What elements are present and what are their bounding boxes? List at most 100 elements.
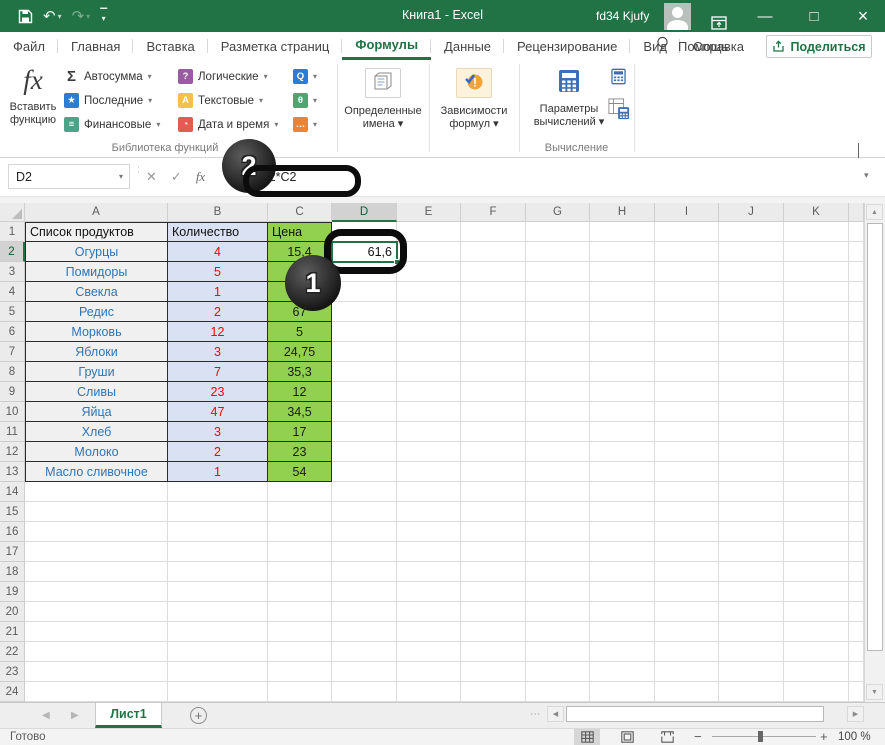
cell-J2[interactable]: [719, 242, 784, 262]
zoom-out-button[interactable]: −: [694, 729, 702, 744]
cell-I19[interactable]: [655, 582, 719, 602]
cell-A11[interactable]: Хлеб: [25, 422, 168, 442]
column-header-F[interactable]: F: [461, 203, 526, 222]
insert-function-icon[interactable]: fx: [196, 169, 205, 185]
cell-B12[interactable]: 2: [168, 442, 268, 462]
ribbon-item-financial[interactable]: ≡Финансовые▾: [64, 114, 160, 135]
column-header-C[interactable]: C: [268, 203, 332, 222]
cell-C1[interactable]: Цена: [268, 222, 332, 242]
cell-H5[interactable]: [590, 302, 655, 322]
cell-I24[interactable]: [655, 682, 719, 702]
cell-B2[interactable]: 4: [168, 242, 268, 262]
cell-B23[interactable]: [168, 662, 268, 682]
cell-D7[interactable]: [332, 342, 397, 362]
cell-E15[interactable]: [397, 502, 461, 522]
avatar[interactable]: [664, 3, 691, 30]
help-label[interactable]: Помощь: [678, 39, 728, 54]
cell-D11[interactable]: [332, 422, 397, 442]
cell-J14[interactable]: [719, 482, 784, 502]
cell-I9[interactable]: [655, 382, 719, 402]
row-header-21[interactable]: 21: [0, 622, 25, 642]
cell-J5[interactable]: [719, 302, 784, 322]
cell-B24[interactable]: [168, 682, 268, 702]
cell-D19[interactable]: [332, 582, 397, 602]
cell-C9[interactable]: 12: [268, 382, 332, 402]
row-header-17[interactable]: 17: [0, 542, 25, 562]
cell-K17[interactable]: [784, 542, 849, 562]
ribbon-item-autosum[interactable]: ΣАвтосумма▾: [64, 66, 160, 87]
cell-F4[interactable]: [461, 282, 526, 302]
cell-K13[interactable]: [784, 462, 849, 482]
cell-J24[interactable]: [719, 682, 784, 702]
cell-A20[interactable]: [25, 602, 168, 622]
cell-F11[interactable]: [461, 422, 526, 442]
cell-H16[interactable]: [590, 522, 655, 542]
cell-G9[interactable]: [526, 382, 590, 402]
row-header-11[interactable]: 11: [0, 422, 25, 442]
cell-E8[interactable]: [397, 362, 461, 382]
cell-H11[interactable]: [590, 422, 655, 442]
cell-F12[interactable]: [461, 442, 526, 462]
cell-K7[interactable]: [784, 342, 849, 362]
cell-H6[interactable]: [590, 322, 655, 342]
cell-G7[interactable]: [526, 342, 590, 362]
cell-J16[interactable]: [719, 522, 784, 542]
cell-J6[interactable]: [719, 322, 784, 342]
page-layout-view-button[interactable]: [614, 729, 640, 745]
cell-E17[interactable]: [397, 542, 461, 562]
cell-F5[interactable]: [461, 302, 526, 322]
cell-D5[interactable]: [332, 302, 397, 322]
cell-G8[interactable]: [526, 362, 590, 382]
cell-F24[interactable]: [461, 682, 526, 702]
cell-C15[interactable]: [268, 502, 332, 522]
cell-J11[interactable]: [719, 422, 784, 442]
cell-E19[interactable]: [397, 582, 461, 602]
cell-I6[interactable]: [655, 322, 719, 342]
cell-H20[interactable]: [590, 602, 655, 622]
vertical-scroll-thumb[interactable]: [867, 223, 883, 651]
calculate-now-button[interactable]: [610, 68, 627, 90]
cell-I5[interactable]: [655, 302, 719, 322]
cell-B4[interactable]: 1: [168, 282, 268, 302]
cell-A22[interactable]: [25, 642, 168, 662]
cell-F16[interactable]: [461, 522, 526, 542]
cell-I1[interactable]: [655, 222, 719, 242]
scrollbar-resize-handle[interactable]: ⋮: [529, 709, 540, 720]
cell-F2[interactable]: [461, 242, 526, 262]
cell-G21[interactable]: [526, 622, 590, 642]
cell-A13[interactable]: Масло сливочное: [25, 462, 168, 482]
select-all-corner[interactable]: [0, 203, 25, 222]
share-button[interactable]: Поделиться: [766, 35, 872, 58]
cell-D24[interactable]: [332, 682, 397, 702]
cell-A17[interactable]: [25, 542, 168, 562]
cell-I10[interactable]: [655, 402, 719, 422]
cell-J10[interactable]: [719, 402, 784, 422]
cell-H21[interactable]: [590, 622, 655, 642]
cell-C13[interactable]: 54: [268, 462, 332, 482]
cell-G18[interactable]: [526, 562, 590, 582]
cell-F10[interactable]: [461, 402, 526, 422]
cell-B13[interactable]: 1: [168, 462, 268, 482]
cell-I14[interactable]: [655, 482, 719, 502]
cell-A23[interactable]: [25, 662, 168, 682]
cell-H4[interactable]: [590, 282, 655, 302]
cell-G24[interactable]: [526, 682, 590, 702]
cell-E10[interactable]: [397, 402, 461, 422]
cell-K22[interactable]: [784, 642, 849, 662]
zoom-level[interactable]: 100 %: [838, 731, 871, 743]
cell-B6[interactable]: 12: [168, 322, 268, 342]
cell-I3[interactable]: [655, 262, 719, 282]
cell-J7[interactable]: [719, 342, 784, 362]
cell-E22[interactable]: [397, 642, 461, 662]
scroll-down-icon[interactable]: ▼: [866, 684, 883, 700]
vertical-scrollbar[interactable]: ▲ ▼: [864, 203, 885, 702]
tab-Файл[interactable]: Файл: [0, 32, 58, 60]
cell-A14[interactable]: [25, 482, 168, 502]
cell-D6[interactable]: [332, 322, 397, 342]
cell-I15[interactable]: [655, 502, 719, 522]
cell-A19[interactable]: [25, 582, 168, 602]
tab-Вставка[interactable]: Вставка: [133, 32, 207, 60]
row-header-2[interactable]: 2: [0, 242, 25, 262]
cell-H9[interactable]: [590, 382, 655, 402]
cell-C16[interactable]: [268, 522, 332, 542]
